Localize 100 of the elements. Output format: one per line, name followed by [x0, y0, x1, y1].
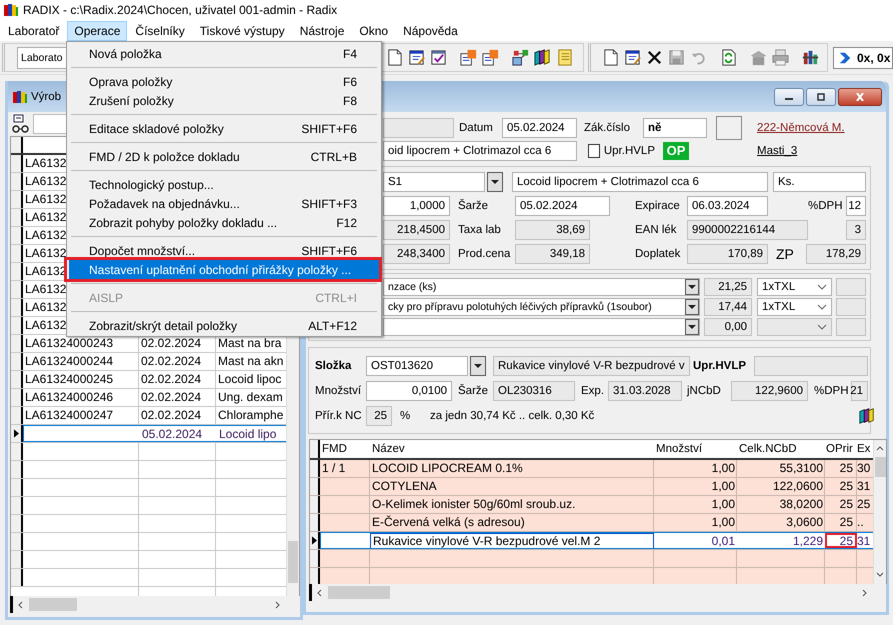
books-icon[interactable]: [858, 406, 876, 424]
row-header[interactable]: [11, 155, 23, 172]
input-field[interactable]: 05.02.2024: [515, 196, 610, 216]
menu-item[interactable]: Zobrazit pohyby položky dokladu ... F12: [69, 213, 379, 232]
row-header[interactable]: [310, 496, 320, 513]
minimize-button[interactable]: [774, 88, 804, 106]
edit-document-icon[interactable]: [407, 48, 426, 67]
row-header[interactable]: [11, 425, 23, 442]
chevron-left-icon[interactable]: [316, 588, 324, 596]
row-header[interactable]: [11, 461, 23, 478]
link[interactable]: 222-Němcová M.: [757, 118, 845, 138]
scrollbar-thumb[interactable]: [874, 457, 886, 477]
input-field[interactable]: OST013620: [366, 356, 468, 376]
column-header[interactable]: FMD: [322, 443, 347, 455]
menu-item[interactable]: Oprava položky F6: [69, 72, 379, 91]
row-header[interactable]: [310, 532, 320, 549]
row-header[interactable]: [310, 568, 320, 584]
document-tag-icon[interactable]: [459, 48, 478, 67]
chevron-right-icon[interactable]: [860, 588, 868, 596]
row-header[interactable]: [11, 551, 23, 568]
input-field[interactable]: 1,0000: [383, 196, 450, 216]
document-tag-icon[interactable]: [481, 48, 500, 67]
input-field[interactable]: 05.02.2024: [502, 118, 577, 138]
row-header[interactable]: [11, 227, 23, 244]
combo-box[interactable]: cky pro přípravu polotuhých léčivých přípravků (1soubor): [383, 298, 700, 316]
dropdown-button[interactable]: [685, 299, 699, 315]
printer-icon[interactable]: [771, 48, 790, 67]
row-header[interactable]: [310, 460, 320, 477]
scrollbar-thumb[interactable]: [328, 586, 390, 599]
row-header[interactable]: [310, 550, 320, 567]
input-field[interactable]: 06.03.2024: [687, 196, 768, 216]
row-header[interactable]: [11, 335, 23, 352]
column-header[interactable]: Celk.NCbD: [739, 443, 797, 455]
checklist-icon[interactable]: [429, 48, 448, 67]
maximize-button[interactable]: [806, 88, 836, 106]
input-field[interactable]: ně: [643, 118, 707, 138]
books-icon[interactable]: [533, 48, 552, 67]
menu-item[interactable]: Editace skladové položky SHIFT+F6: [69, 119, 379, 138]
dropdown-button[interactable]: [685, 279, 699, 295]
column-header[interactable]: OPrir: [826, 443, 853, 455]
menu-item[interactable]: Zrušení položky F8: [69, 91, 379, 110]
row-header[interactable]: [11, 299, 23, 316]
menu-item[interactable]: Nástroje: [292, 20, 352, 40]
row-header[interactable]: [11, 569, 23, 586]
input-field[interactable]: 12: [846, 196, 866, 216]
row-header[interactable]: [11, 191, 23, 208]
row-header[interactable]: [11, 515, 23, 532]
selected-row[interactable]: Rukavice vinylové V-R bezpudrové vel.M 2 0,01 1,229 25 31: [320, 532, 874, 549]
dropdown-button[interactable]: [685, 319, 699, 335]
vertical-scrollbar[interactable]: [873, 440, 886, 584]
column-header[interactable]: Množství: [656, 443, 702, 455]
row-header[interactable]: [11, 479, 23, 496]
form-edit-icon[interactable]: [623, 48, 642, 67]
select-box[interactable]: 1xTXL: [757, 298, 832, 316]
menu-item[interactable]: Dopočet množství... SHIFT+F6: [69, 241, 379, 260]
menu-item[interactable]: Nápověda: [396, 20, 465, 40]
network-icon[interactable]: [511, 48, 530, 67]
combo-box[interactable]: nzace (ks): [383, 278, 700, 296]
link[interactable]: Masti_3: [757, 140, 800, 160]
delete-icon[interactable]: [645, 48, 664, 67]
menu-item[interactable]: Operace: [67, 20, 128, 40]
glasses-icon[interactable]: [11, 114, 31, 134]
checkbox[interactable]: [588, 144, 600, 158]
input-field[interactable]: S1: [383, 172, 485, 192]
menu-item[interactable]: Laboratoř: [1, 20, 66, 40]
input-field[interactable]: 0,0100: [366, 380, 452, 400]
row-header[interactable]: [11, 263, 23, 280]
dropdown-button[interactable]: [487, 172, 503, 192]
row-header[interactable]: [11, 443, 23, 460]
dropdown-button[interactable]: [470, 356, 486, 376]
menu-item[interactable]: FMD / 2D k položce dokladu CTRL+B: [69, 147, 379, 166]
menu-item[interactable]: Tiskové výstupy: [192, 20, 292, 40]
column-header[interactable]: Název: [372, 443, 405, 455]
row-header[interactable]: [310, 478, 320, 495]
input-field[interactable]: Locoid lipocrem + Clotrimazol cca 6: [512, 172, 768, 192]
chevron-left-icon[interactable]: [17, 600, 25, 608]
selected-row[interactable]: 05.02.2024 Locoid lipo: [23, 425, 287, 442]
menu-item[interactable]: Zobrazit/skrýt detail položky ALT+F12: [69, 316, 379, 335]
row-header[interactable]: [11, 353, 23, 370]
row-header[interactable]: [11, 533, 23, 550]
row-header[interactable]: [11, 281, 23, 298]
menu-item[interactable]: Technologický postup...: [69, 175, 379, 194]
scrollbar-thumb[interactable]: [29, 598, 77, 611]
chevron-right-icon[interactable]: [273, 600, 281, 608]
column-header[interactable]: Ex: [857, 443, 870, 455]
row-header[interactable]: [11, 407, 23, 424]
chevron-down-icon[interactable]: [876, 570, 884, 578]
menu-item[interactable]: Požadavek na objednávku... SHIFT+F3: [69, 194, 379, 213]
tools-icon[interactable]: [801, 48, 820, 67]
row-header[interactable]: [11, 389, 23, 406]
menu-item[interactable]: Číselníky: [128, 20, 192, 40]
close-button[interactable]: [838, 88, 882, 106]
menu-item[interactable]: Okno: [352, 20, 396, 40]
input-field[interactable]: oid lipocrem + Clotrimazol cca 6: [383, 140, 577, 160]
row-header[interactable]: [11, 497, 23, 514]
row-header[interactable]: [11, 317, 23, 334]
row-header[interactable]: [310, 514, 320, 531]
chevron-up-icon[interactable]: [876, 445, 884, 453]
select-box[interactable]: 1xTXL: [757, 278, 832, 296]
input-field[interactable]: Ks.: [773, 172, 866, 192]
